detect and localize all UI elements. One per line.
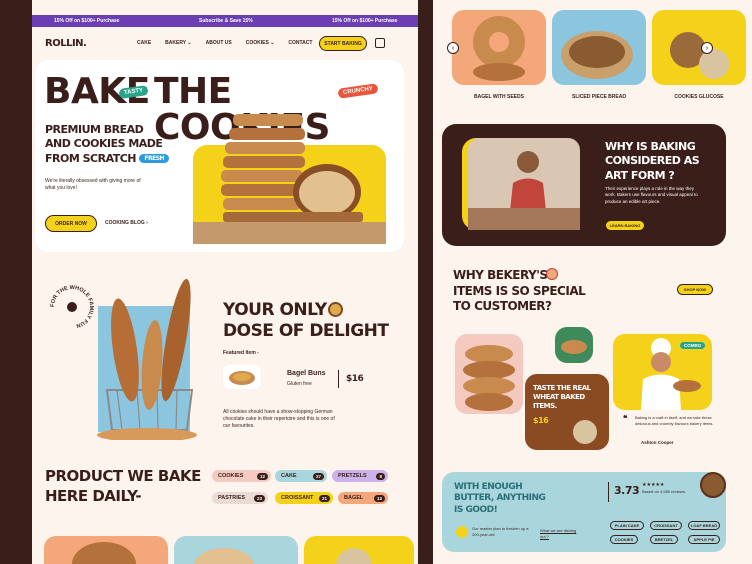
carousel-label-bagel: BAGEL WITH SEEDS [474, 94, 524, 100]
chef-card: COMBO [613, 334, 712, 410]
butter-section: WITH ENOUGH BUTTER, ANYTHING IS GOOD! Ou… [442, 472, 726, 552]
category-bagel[interactable]: BAGEL 13 [338, 492, 388, 504]
promo-center[interactable]: Subscribe & Save 15% [199, 18, 253, 24]
chevron-down-icon: ⌄ [187, 40, 192, 46]
category-cake[interactable]: CAKE 27 [275, 470, 327, 482]
divider [338, 370, 339, 388]
hero-section: BAKE THE COOKIES TASTY CRUNCHY PREMIUM B… [35, 60, 404, 252]
top-nav: ROLLIN. CAKE BAKERY ⌄ ABOUT US COOKIES ⌄… [32, 27, 418, 59]
plan-text: Our master plan to freshen up a 200-year… [472, 526, 529, 537]
carousel-card-cookies[interactable] [652, 10, 746, 85]
nav-links: CAKE BAKERY ⌄ ABOUT US COOKIES ⌄ CONTACT [137, 40, 312, 46]
butter-title: WITH ENOUGH BUTTER, ANYTHING IS GOOD! [454, 482, 546, 515]
start-baking-button[interactable]: START BAKING [319, 36, 367, 51]
taste-title: TASTE THE REAL WHEAT BAKED ITEMS. [533, 384, 591, 410]
chip-cookies[interactable]: COOKIES [610, 535, 638, 544]
promo-left: 15% Off on $100+ Purchase [54, 18, 120, 24]
cookie-icon [546, 268, 558, 280]
rating-stars: ★★★★★ [642, 482, 665, 488]
carousel-prev-icon[interactable]: ‹ [447, 42, 459, 54]
hero-subtitle: PREMIUM BREAD AND COOKIES MADE FROM SCRA… [45, 123, 170, 166]
delight-section: FOR THE WHOLE FAMILY FUN YOUR ONLY DOSE … [32, 262, 418, 452]
cart-icon[interactable] [375, 38, 385, 48]
chip-bretzel[interactable]: BRETZEL [650, 535, 678, 544]
dishing-link[interactable]: What we are dishing out ? [540, 528, 580, 539]
quote-text: Baking is a craft in itself, and we take… [635, 415, 714, 426]
chip-plain-cake[interactable]: PLAIN CAKE [610, 521, 644, 530]
carousel-card-bagel[interactable] [452, 10, 546, 85]
avatar [456, 526, 468, 538]
brand-logo[interactable]: ROLLIN. [45, 38, 87, 49]
special-bread-thumb[interactable] [555, 327, 593, 363]
product-card-cookies[interactable] [304, 536, 414, 564]
taste-card[interactable]: TASTE THE REAL WHEAT BAKED ITEMS. $16 [525, 374, 609, 450]
quote-author: Ashton Cooper [641, 440, 674, 445]
product-card-bagel[interactable] [44, 536, 168, 564]
featured-label: Featured Item - [223, 350, 259, 356]
product-card-bread[interactable] [174, 536, 298, 564]
learn-baking-button[interactable]: LEARN BAKING [605, 220, 645, 231]
order-now-button[interactable]: ORDER NOW [45, 215, 97, 232]
special-cookies-image [455, 334, 523, 414]
combo-tag: COMBO [680, 342, 706, 349]
carousel-label-bread: SLICED PIECE BREAD [572, 94, 626, 100]
category-pretzels[interactable]: PRETZELS 8 [332, 470, 388, 482]
delight-description: All cookies should have a show-stopping … [223, 409, 335, 429]
art-description: Their experience plays a role in the way… [605, 186, 698, 204]
art-form-section: WHY IS BAKING CONSIDERED AS ART FORM ? T… [442, 124, 726, 246]
featured-item-sub: Gluten free [287, 381, 312, 387]
rating-value: 3.73 [614, 484, 640, 497]
arrow-right-icon: › [146, 220, 148, 226]
circle-badge: FOR THE WHOLE FAMILY FUN [50, 285, 94, 328]
cookie-icon [328, 302, 343, 317]
baguette-basket-image [97, 278, 197, 440]
carousel-label-cookies: COOKIES GLUCOSE [674, 94, 724, 100]
divider [608, 482, 609, 502]
nav-contact[interactable]: CONTACT [288, 40, 312, 46]
category-croissant[interactable]: CROISSANT 21 [275, 492, 333, 504]
carousel-next-icon[interactable]: › [701, 42, 713, 54]
featured-item-price: $16 [346, 374, 364, 384]
chip-apple-pie[interactable]: APPLE PIE [688, 535, 720, 544]
landing-page-right: ‹ › BAGEL WITH SEEDS SLICED PIECE BREAD … [433, 0, 752, 564]
taste-price: $16 [533, 416, 549, 425]
cooking-blog-link[interactable]: COOKING BLOG › [105, 220, 148, 227]
chip-loaf-bread[interactable]: LOAF BREAD [688, 521, 720, 530]
category-cookies[interactable]: COOKIES 12 [212, 470, 271, 482]
baker-image [468, 138, 580, 230]
landing-page-left: 15% Off on $100+ Purchase Subscribe & Sa… [32, 0, 418, 564]
quote-icon: ❝ [623, 414, 628, 423]
chip-croissant[interactable]: CROISSANT [650, 521, 682, 530]
featured-item-name: Bagel Buns [287, 370, 326, 377]
bread-loaf-image [193, 114, 386, 244]
nav-bakery[interactable]: BAKERY ⌄ [165, 40, 191, 46]
products-title: PRODUCT WE BAKE HERE DAILY- [45, 467, 201, 506]
art-title: WHY IS BAKING CONSIDERED AS ART FORM ? [605, 140, 700, 182]
cookie-decoration [700, 472, 726, 498]
shop-now-button[interactable]: SHOP NOW [677, 284, 713, 295]
promo-bar: 15% Off on $100+ Purchase Subscribe & Sa… [32, 15, 418, 27]
fresh-tag: FRESH [139, 153, 170, 163]
featured-item-image[interactable] [223, 365, 261, 389]
rating-reviews: Based on 4,950 reviews. [642, 489, 686, 494]
delight-title: YOUR ONLY DOSE OF DELIGHT [223, 300, 389, 342]
category-pastries[interactable]: PASTRIES 23 [212, 492, 268, 504]
nav-cake[interactable]: CAKE [137, 40, 151, 46]
special-title: WHY BEKERY'S ITEMS IS SO SPECIAL TO CUST… [453, 268, 586, 314]
carousel-card-bread[interactable] [552, 10, 646, 85]
hero-description: We're literally obsessed with giving mor… [45, 178, 141, 191]
promo-right: 15% Off on $100+ Purchase [332, 18, 398, 24]
nav-about[interactable]: ABOUT US [206, 40, 232, 46]
chevron-down-icon: ⌄ [270, 40, 275, 46]
nav-cookies[interactable]: COOKIES ⌄ [246, 40, 275, 46]
